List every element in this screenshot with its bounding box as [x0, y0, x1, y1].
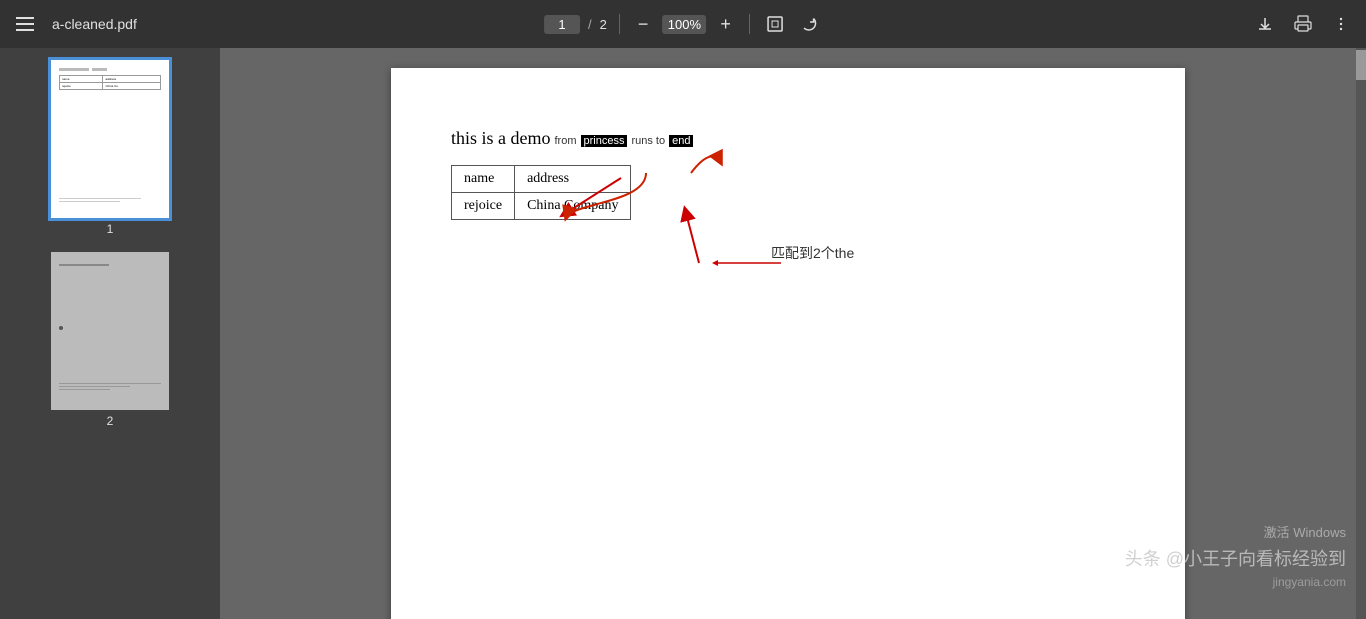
page-thumb-1[interactable]: name address rejoice China Co. 1	[51, 60, 169, 236]
table-cell-rejoice: rejoice	[452, 193, 515, 220]
scrollbar-right[interactable]	[1356, 48, 1366, 619]
divider2	[749, 14, 750, 34]
table-cell-address-header: address	[515, 166, 631, 193]
fit-page-icon	[766, 15, 784, 33]
download-icon	[1256, 15, 1274, 33]
hamburger-icon	[16, 17, 34, 31]
page-number-input[interactable]	[550, 17, 574, 32]
print-icon	[1294, 15, 1312, 33]
table-cell-name-header: name	[452, 166, 515, 193]
more-icon	[1332, 15, 1350, 33]
more-options-button[interactable]	[1328, 11, 1354, 37]
zoom-input[interactable]	[662, 15, 706, 34]
from-label: from	[555, 135, 577, 147]
website-text: jingyania.com	[1273, 575, 1346, 589]
rotate-icon	[800, 15, 818, 33]
scrollbar-thumb[interactable]	[1356, 50, 1366, 80]
zoom-in-button[interactable]: +	[714, 13, 737, 35]
zoom-out-button[interactable]: −	[632, 13, 655, 35]
end-highlight: end	[669, 135, 693, 147]
page-thumb-1-label: 1	[107, 222, 114, 236]
table-row-header: name address	[452, 166, 631, 193]
toolbar-center: / 2 − +	[544, 11, 822, 37]
table-row-1: rejoice China Company	[452, 193, 631, 220]
toolbar-left: a-cleaned.pdf	[12, 13, 137, 35]
page-separator: /	[588, 17, 592, 32]
demo-line: this is a demo from princess runs to end	[451, 128, 1125, 149]
chinese-watermark-text: 头条 @小王子向看标经验到	[1125, 545, 1346, 571]
rotate-button[interactable]	[796, 11, 822, 37]
annotation-text: 匹配到2个the	[771, 243, 854, 263]
page-thumb-2-image	[51, 252, 169, 410]
demo-main-text: this is a demo	[451, 128, 551, 149]
page-thumb-2[interactable]: 2	[51, 252, 169, 428]
table-cell-china-company: China Company	[515, 193, 631, 220]
pdf-page-1: this is a demo from princess runs to end…	[391, 68, 1185, 619]
arrow-overlay	[451, 128, 901, 353]
download-button[interactable]	[1252, 11, 1278, 37]
toolbar: a-cleaned.pdf / 2 − +	[0, 0, 1366, 48]
page-thumb-1-image: name address rejoice China Co.	[51, 60, 169, 218]
page-input-group	[544, 15, 580, 34]
page-total: 2	[600, 17, 607, 32]
fit-page-button[interactable]	[762, 11, 788, 37]
pdf-table: name address rejoice China Company	[451, 165, 631, 220]
divider1	[619, 14, 620, 34]
toolbar-right	[1252, 11, 1354, 37]
watermark: 激活 Windows 头条 @小王子向看标经验到 jingyania.com	[1125, 522, 1346, 589]
filename-label: a-cleaned.pdf	[52, 16, 137, 32]
princess-highlight: princess	[581, 135, 628, 147]
sidebar-panel: name address rejoice China Co. 1	[0, 48, 220, 619]
activate-windows-text: 激活 Windows	[1264, 522, 1346, 541]
hamburger-menu-button[interactable]	[12, 13, 38, 35]
print-button[interactable]	[1290, 11, 1316, 37]
runs-to-label: runs to	[631, 135, 665, 147]
page-thumb-2-label: 2	[107, 414, 114, 428]
pdf-content: this is a demo from princess runs to end…	[391, 68, 1185, 260]
